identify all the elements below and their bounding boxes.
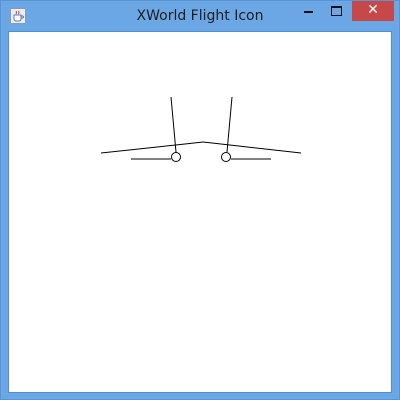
close-icon: ✕ [367,2,379,18]
left-wing-line [100,141,204,154]
right-vertical-strut [226,96,233,153]
left-circle [171,152,181,162]
canvas-area [8,31,392,393]
left-vertical-strut [170,96,177,153]
right-circle [221,152,231,162]
app-window: XWorld Flight Icon ✕ [0,0,400,400]
right-wing-line [202,141,302,154]
maximize-button[interactable] [323,1,349,21]
close-button[interactable]: ✕ [352,1,394,21]
maximize-icon [331,6,342,16]
flight-icon-drawing [100,96,302,162]
title-bar[interactable]: XWorld Flight Icon ✕ [1,1,399,31]
minimize-button[interactable] [295,1,321,21]
minimize-icon [304,11,313,13]
